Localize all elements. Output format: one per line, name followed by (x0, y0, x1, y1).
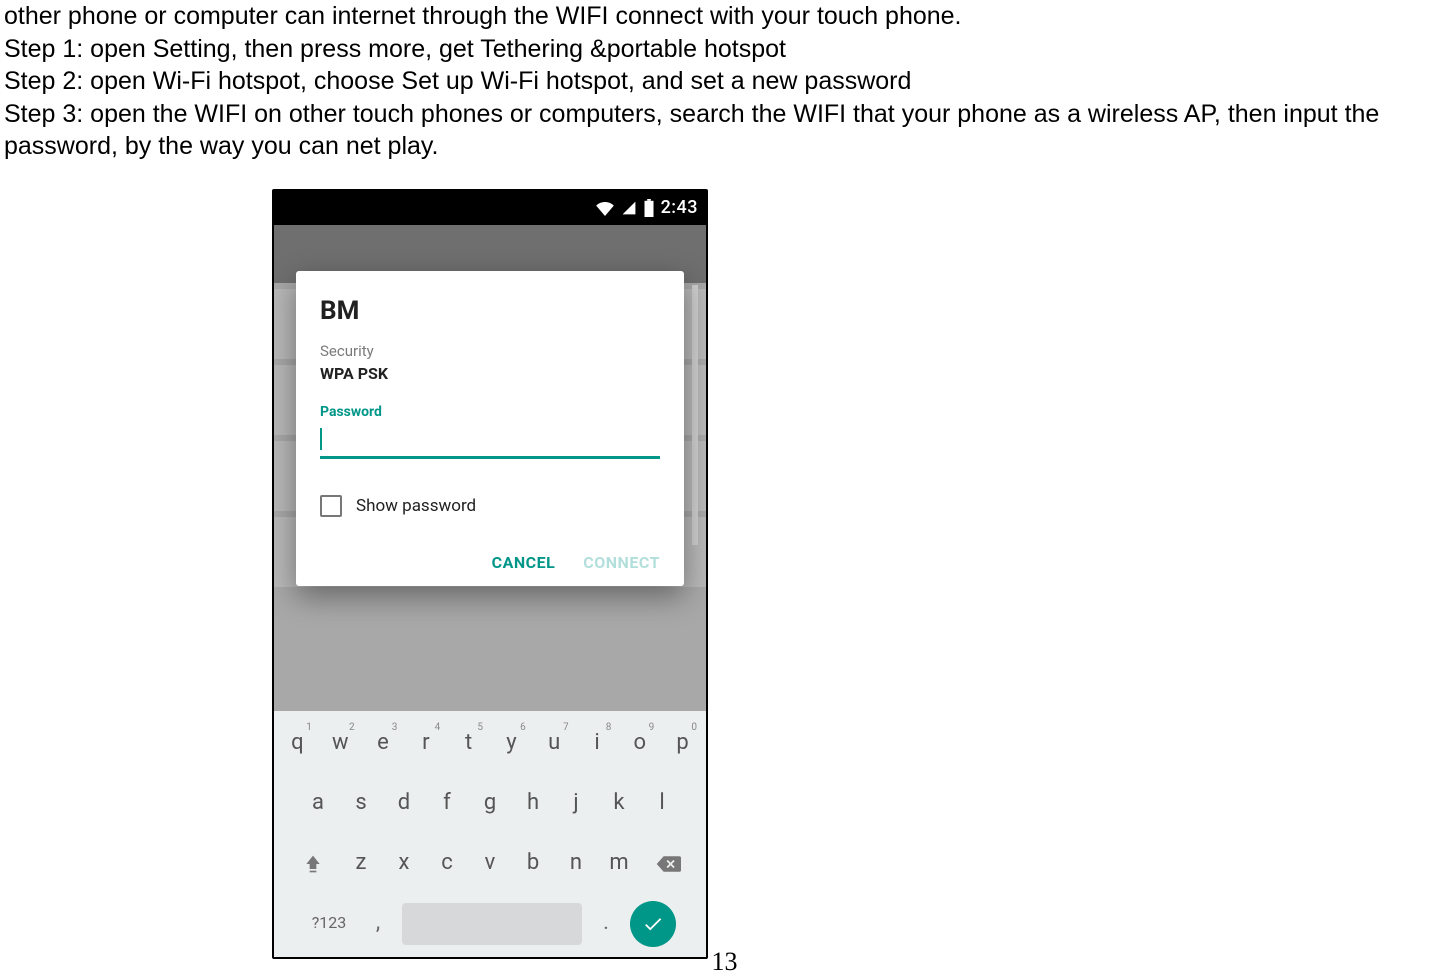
backspace-icon (655, 854, 681, 874)
key-i[interactable]: i8 (578, 719, 617, 769)
key-f[interactable]: f (428, 779, 467, 829)
key-z[interactable]: z (342, 839, 381, 889)
scrollbar-hint (692, 285, 698, 545)
key-s[interactable]: s (342, 779, 381, 829)
doc-line-0: other phone or computer can internet thr… (4, 0, 1445, 33)
status-bar: 2:43 (274, 191, 706, 225)
key-w[interactable]: w2 (321, 719, 360, 769)
signal-icon (621, 200, 637, 216)
key-a[interactable]: a (299, 779, 338, 829)
doc-line-2: Step 2: open Wi-Fi hotspot, choose Set u… (4, 65, 1445, 98)
dialog-title: BM (320, 295, 660, 329)
key-k[interactable]: k (600, 779, 639, 829)
key-x[interactable]: x (385, 839, 424, 889)
doc-line-3: Step 3: open the WIFI on other touch pho… (4, 98, 1445, 163)
key-l[interactable]: l (643, 779, 682, 829)
key-u[interactable]: u7 (535, 719, 574, 769)
key-g[interactable]: g (471, 779, 510, 829)
show-password-label: Show password (356, 495, 476, 517)
document-body: other phone or computer can internet thr… (0, 0, 1449, 163)
battery-icon (643, 199, 655, 217)
key-n[interactable]: n (557, 839, 596, 889)
key-c[interactable]: c (428, 839, 467, 889)
key-period[interactable]: . (586, 899, 626, 949)
key-enter[interactable] (630, 901, 676, 947)
key-b[interactable]: b (514, 839, 553, 889)
key-m[interactable]: m (600, 839, 639, 889)
keyboard-row-1: q1w2e3r4t5y6u7i8o9p0 (278, 719, 702, 769)
phone-screenshot: 2:43 BM Security WPA PSK Password (272, 189, 708, 959)
check-icon (642, 913, 664, 935)
key-o[interactable]: o9 (620, 719, 659, 769)
cancel-button[interactable]: CANCEL (492, 553, 556, 574)
key-d[interactable]: d (385, 779, 424, 829)
key-y[interactable]: y6 (492, 719, 531, 769)
on-screen-keyboard: q1w2e3r4t5y6u7i8o9p0 asdfghjkl zxcvbnm ?… (274, 711, 706, 957)
key-backspace[interactable] (643, 839, 693, 889)
show-password-checkbox[interactable] (320, 495, 342, 517)
key-q[interactable]: q1 (278, 719, 317, 769)
key-r[interactable]: r4 (406, 719, 445, 769)
connect-button[interactable]: CONNECT (583, 553, 660, 574)
key-p[interactable]: p0 (663, 719, 702, 769)
status-time: 2:43 (661, 196, 698, 219)
key-symbols[interactable]: ?123 (304, 899, 354, 949)
wifi-icon (595, 200, 615, 216)
keyboard-row-2: asdfghjkl (278, 779, 702, 829)
key-e[interactable]: e3 (364, 719, 403, 769)
password-input[interactable] (320, 425, 660, 459)
show-password-row[interactable]: Show password (320, 495, 660, 517)
doc-line-1: Step 1: open Setting, then press more, g… (4, 33, 1445, 66)
phone-screen: 2:43 BM Security WPA PSK Password (274, 191, 706, 957)
keyboard-row-3: zxcvbnm (278, 839, 702, 889)
key-comma[interactable]: , (358, 899, 398, 949)
key-shift[interactable] (288, 839, 338, 889)
security-value: WPA PSK (320, 364, 660, 385)
security-label: Security (320, 342, 660, 362)
key-v[interactable]: v (471, 839, 510, 889)
dialog-actions: CANCEL CONNECT (320, 553, 660, 574)
password-label: Password (320, 403, 660, 421)
key-j[interactable]: j (557, 779, 596, 829)
wifi-connect-dialog: BM Security WPA PSK Password Show passwo… (296, 271, 684, 586)
shift-icon (303, 853, 323, 875)
dialog-backdrop: BM Security WPA PSK Password Show passwo… (274, 225, 706, 711)
key-space[interactable] (402, 903, 582, 945)
keyboard-row-4: ?123 , . (278, 899, 702, 949)
key-h[interactable]: h (514, 779, 553, 829)
key-t[interactable]: t5 (449, 719, 488, 769)
text-cursor (320, 428, 322, 450)
page-number: 13 (712, 945, 738, 979)
